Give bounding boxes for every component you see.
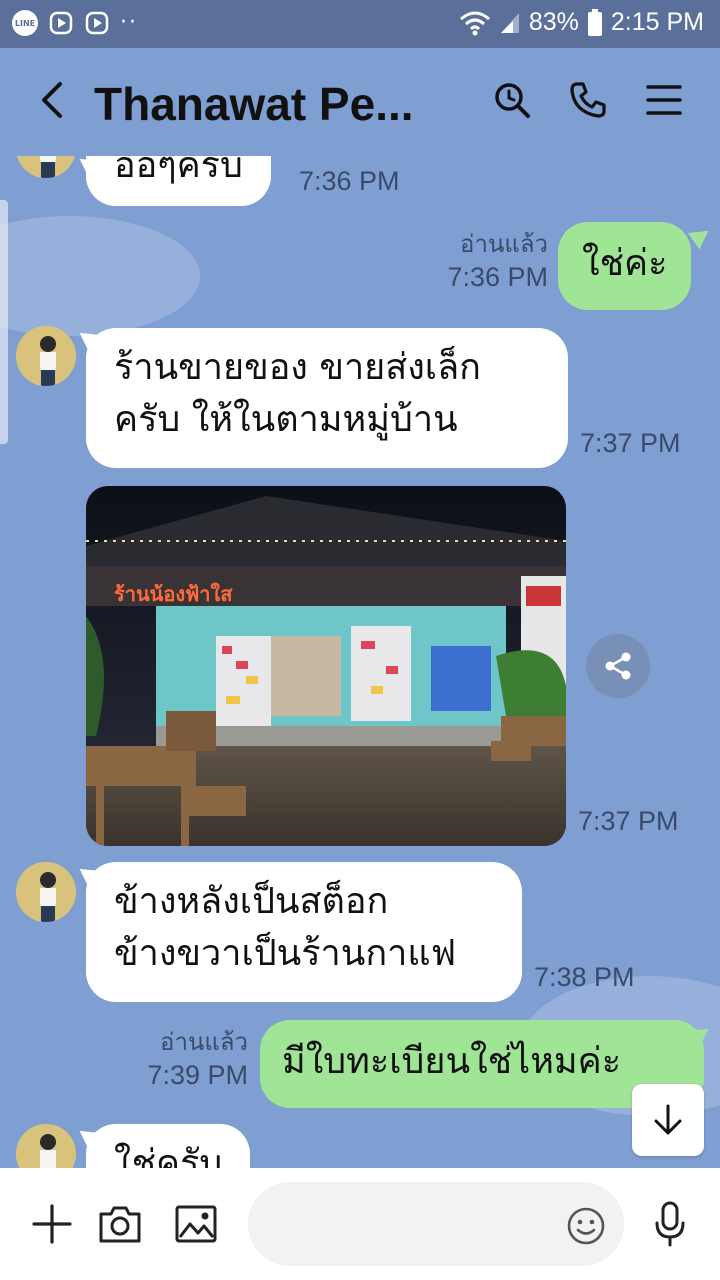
bubble-tail <box>687 222 715 250</box>
message-meta: อ่านแล้ว 7:36 PM <box>380 230 548 294</box>
emoji-icon <box>567 1207 605 1245</box>
add-button[interactable] <box>28 1200 76 1248</box>
gallery-button[interactable] <box>172 1200 220 1248</box>
message-time: 7:36 PM <box>299 166 400 196</box>
message-input-bar <box>0 1168 720 1280</box>
battery-percent: 83% <box>528 8 579 36</box>
message-time: 7:38 PM <box>534 962 635 992</box>
message-bubble[interactable]: ใช่ครับ <box>86 1124 251 1168</box>
back-button[interactable] <box>30 78 74 122</box>
menu-icon <box>646 85 682 115</box>
play-icon <box>48 10 74 36</box>
voice-button[interactable] <box>646 1200 694 1248</box>
message-bubble[interactable]: ใช่ค่ะ <box>558 222 692 310</box>
scroll-handle[interactable] <box>0 200 8 444</box>
camera-icon <box>99 1206 141 1243</box>
message-time: 7:37 PM <box>578 806 679 836</box>
avatar[interactable] <box>16 326 76 386</box>
message-time: 7:37 PM <box>580 428 681 458</box>
read-receipt: อ่านแล้ว <box>460 231 548 258</box>
message-text: อ่อๆครับ <box>114 156 243 186</box>
wifi-icon <box>459 10 491 36</box>
avatar[interactable] <box>16 1124 76 1168</box>
notification-dots: ·· <box>120 10 138 35</box>
clock: 2:15 PM <box>610 8 704 36</box>
play-icon <box>84 10 110 36</box>
chat-header: Thanawat Pe... <box>0 48 720 156</box>
chat-title[interactable]: Thanawat Pe... <box>94 76 444 132</box>
chat-area[interactable]: อ่อๆครับ 7:36 PM อ่านแล้ว 7:36 PM ใช่ค่ะ… <box>0 156 720 1168</box>
message-meta: อ่านแล้ว 7:39 PM <box>100 1028 248 1092</box>
message-text-line: ครับ ให้ในตามหมู่บ้าน <box>114 399 458 440</box>
arrow-down-icon <box>654 1104 682 1135</box>
message-bubble[interactable]: ร้านขายของ ขายส่งเล็ก ครับ ให้ในตามหมู่บ… <box>86 328 568 468</box>
search-button[interactable] <box>490 78 534 122</box>
image-icon <box>175 1205 217 1243</box>
mic-icon <box>655 1201 685 1247</box>
battery-icon <box>587 8 603 37</box>
message-time: 7:36 PM <box>447 262 548 292</box>
message-text-line: ข้างหลังเป็นสต็อก <box>114 881 389 922</box>
menu-button[interactable] <box>642 78 686 122</box>
read-receipt: อ่านแล้ว <box>160 1029 248 1056</box>
message-text-line: ข้างขวาเป็นร้านกาแฟ <box>114 933 457 974</box>
camera-button[interactable] <box>96 1200 144 1248</box>
message-text: ใช่ครับ <box>114 1143 223 1168</box>
call-button[interactable] <box>566 78 610 122</box>
status-bar: LINE ·· 83% 2:15 PM <box>0 0 720 48</box>
emoji-button[interactable] <box>564 1204 608 1248</box>
message-time: 7:39 PM <box>147 1060 248 1090</box>
message-photo[interactable]: ร้านน้องฟ้าใส <box>86 486 566 846</box>
search-icon <box>495 83 530 118</box>
message-text-line: ร้านขายของ ขายส่งเล็ก <box>114 347 481 388</box>
phone-icon <box>570 82 606 118</box>
back-icon <box>42 82 62 118</box>
scroll-to-bottom-button[interactable] <box>632 1084 704 1156</box>
shop-sign-text: ร้านน้องฟ้าใส <box>114 582 233 606</box>
avatar[interactable] <box>16 862 76 922</box>
share-button[interactable] <box>586 634 650 698</box>
message-text: ใช่ค่ะ <box>582 243 668 284</box>
signal-icon <box>499 11 521 35</box>
message-text: มีใบทะเบียนใช่ไหมค่ะ <box>282 1041 622 1082</box>
line-icon: LINE <box>12 10 38 36</box>
message-bubble[interactable]: อ่อๆครับ <box>86 156 271 206</box>
share-icon <box>605 652 631 680</box>
background-cloud <box>0 216 200 336</box>
plus-icon <box>32 1204 72 1244</box>
message-bubble[interactable]: ข้างหลังเป็นสต็อก ข้างขวาเป็นร้านกาแฟ <box>86 862 522 1002</box>
avatar[interactable] <box>16 156 76 178</box>
